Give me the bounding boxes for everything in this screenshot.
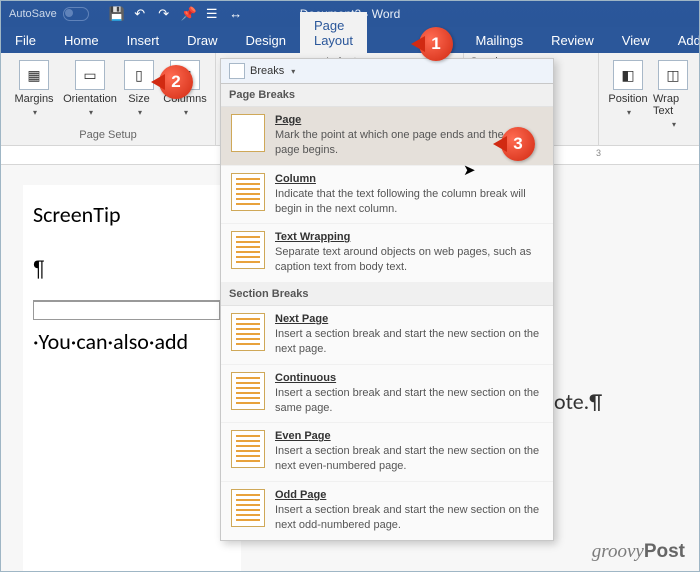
tab-insert[interactable]: Insert	[113, 27, 174, 53]
doc-table[interactable]	[33, 300, 220, 320]
breaks-button[interactable]: Breaks▾	[221, 59, 553, 84]
next-page-break-icon	[231, 313, 265, 351]
annotation-marker-2: 2	[159, 65, 193, 99]
cursor-icon: ➤	[463, 161, 476, 179]
orientation-button[interactable]: ▭Orientation▾	[63, 56, 117, 121]
continuous-break-icon	[231, 372, 265, 410]
menu-item-even-page[interactable]: Even PageInsert a section break and star…	[221, 423, 553, 482]
position-icon: ◧	[613, 60, 643, 90]
doc-text-line[interactable]: ·You·can·also·add	[33, 328, 231, 355]
position-button[interactable]: ◧Position▾	[605, 56, 651, 133]
redo-icon[interactable]: ↷	[157, 7, 171, 21]
toggle-off-icon[interactable]	[63, 7, 89, 21]
tab-view[interactable]: View	[608, 27, 664, 53]
save-icon[interactable]: 💾	[109, 7, 123, 21]
tab-page-layout[interactable]: Page Layout	[300, 12, 367, 53]
margins-button[interactable]: ▦Margins▾	[7, 56, 61, 121]
menu-item-next-page[interactable]: Next PageInsert a section break and star…	[221, 306, 553, 365]
group-page-setup: Page Setup	[7, 127, 209, 143]
tab-design[interactable]: Design	[232, 27, 300, 53]
breaks-menu: Breaks▾ Page Breaks PageMark the point a…	[220, 58, 554, 541]
doc-text-tail[interactable]: ote.¶	[554, 388, 602, 415]
menu-header-page-breaks: Page Breaks	[221, 84, 553, 107]
annotation-marker-3: 3	[501, 127, 535, 161]
menu-header-section-breaks: Section Breaks	[221, 283, 553, 306]
text-wrap-break-icon	[231, 231, 265, 269]
autosave-toggle[interactable]: AutoSave	[9, 7, 89, 21]
tab-addins[interactable]: Add-	[664, 27, 700, 53]
menu-item-text-wrapping[interactable]: Text WrappingSeparate text around object…	[221, 224, 553, 283]
breaks-icon	[229, 63, 245, 79]
menu-item-odd-page[interactable]: Odd PageInsert a section break and start…	[221, 482, 553, 540]
wrap-icon: ◫	[658, 60, 688, 90]
watermark: groovyPost	[592, 541, 685, 563]
tab-review[interactable]: Review	[537, 27, 608, 53]
even-page-break-icon	[231, 430, 265, 468]
doc-paragraph-mark[interactable]: ¶	[33, 256, 231, 282]
menu-item-column[interactable]: ColumnIndicate that the text following t…	[221, 166, 553, 225]
wrap-text-button[interactable]: ◫Wrap Text▾	[653, 56, 693, 133]
arrow-icon[interactable]: ↔	[229, 7, 243, 21]
menu-item-continuous[interactable]: ContinuousInsert a section break and sta…	[221, 365, 553, 424]
undo-icon[interactable]: ↶	[133, 7, 147, 21]
margins-icon: ▦	[19, 60, 49, 90]
odd-page-break-icon	[231, 489, 265, 527]
ribbon-tabs: File Home Insert Draw Design Page Layout…	[1, 27, 699, 53]
autosave-label: AutoSave	[9, 8, 57, 20]
tab-mailings[interactable]: Mailings	[461, 27, 537, 53]
tab-home[interactable]: Home	[50, 27, 113, 53]
page-break-icon	[231, 114, 265, 152]
list-icon[interactable]: ☰	[205, 7, 219, 21]
orientation-icon: ▭	[75, 60, 105, 90]
annotation-marker-1: 1	[419, 27, 453, 61]
pin-icon[interactable]: 📌	[181, 7, 195, 21]
tab-file[interactable]: File	[1, 27, 50, 53]
doc-text-screentip[interactable]: ScreenTip	[33, 201, 231, 228]
tab-draw[interactable]: Draw	[173, 27, 231, 53]
column-break-icon	[231, 173, 265, 211]
